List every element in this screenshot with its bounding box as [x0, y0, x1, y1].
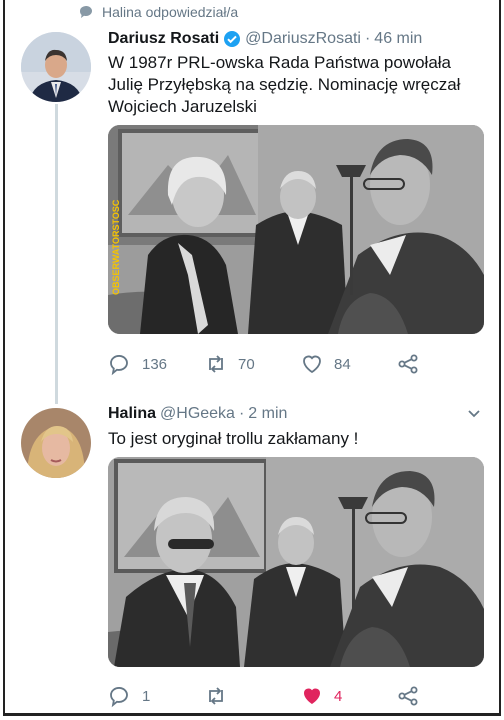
tweet-actions: 1 4 — [108, 684, 438, 708]
separator-dot: · — [238, 405, 245, 422]
like-button[interactable]: 4 — [300, 684, 396, 708]
heart-icon — [300, 684, 324, 708]
avatar-dariusz[interactable] — [21, 32, 91, 102]
chevron-down-icon[interactable] — [466, 406, 482, 422]
tweet-photo[interactable]: OBSERWATORSTOSC — [108, 125, 484, 334]
share-icon — [396, 684, 420, 708]
tweet-actions: 136 70 84 — [108, 352, 438, 376]
tweet-photo[interactable] — [108, 457, 484, 667]
verified-icon — [223, 30, 241, 48]
reply-icon — [108, 352, 132, 376]
like-count: 84 — [334, 355, 351, 373]
reply-icon — [108, 684, 132, 708]
tweet-header: Halina @HGeeka · 2 min — [108, 405, 287, 423]
retweet-icon — [204, 352, 228, 376]
retweet-icon — [204, 684, 228, 708]
tweet-text: W 1987r PRL-owska Rada Państwa powołała … — [108, 53, 461, 116]
thread-line — [55, 104, 58, 404]
author-name[interactable]: Halina — [108, 405, 156, 423]
author-handle[interactable]: @HGeeka — [160, 405, 235, 423]
share-button[interactable] — [396, 684, 426, 708]
like-count: 4 — [334, 687, 343, 705]
social-context: Halina odpowiedział/a — [78, 2, 238, 22]
retweet-button[interactable]: 70 — [204, 352, 300, 376]
social-context-text: Halina odpowiedział/a — [102, 4, 239, 20]
reply-count: 136 — [142, 355, 168, 373]
timestamp[interactable]: 2 min — [248, 405, 287, 423]
timestamp[interactable]: 46 min — [374, 30, 422, 48]
reply-button[interactable]: 1 — [108, 684, 204, 708]
share-icon — [396, 352, 420, 376]
retweet-count: 70 — [238, 355, 255, 373]
reply-button[interactable]: 136 — [108, 352, 204, 376]
author-handle[interactable]: @DariuszRosati — [245, 30, 361, 48]
heart-icon — [300, 352, 324, 376]
bubble-icon — [78, 4, 94, 20]
reply-count: 1 — [142, 687, 151, 705]
author-name[interactable]: Dariusz Rosati — [108, 30, 219, 48]
like-button[interactable]: 84 — [300, 352, 396, 376]
tweet-text: To jest oryginał trollu zakłamany ! — [108, 429, 359, 448]
tweet-header: Dariusz Rosati @DariuszRosati · 46 min — [108, 30, 422, 48]
retweet-button[interactable] — [204, 684, 300, 708]
photo-watermark: OBSERWATORSTOSC — [111, 199, 121, 295]
avatar-halina[interactable] — [21, 408, 91, 478]
share-button[interactable] — [396, 352, 426, 376]
separator-dot: · — [364, 30, 371, 47]
